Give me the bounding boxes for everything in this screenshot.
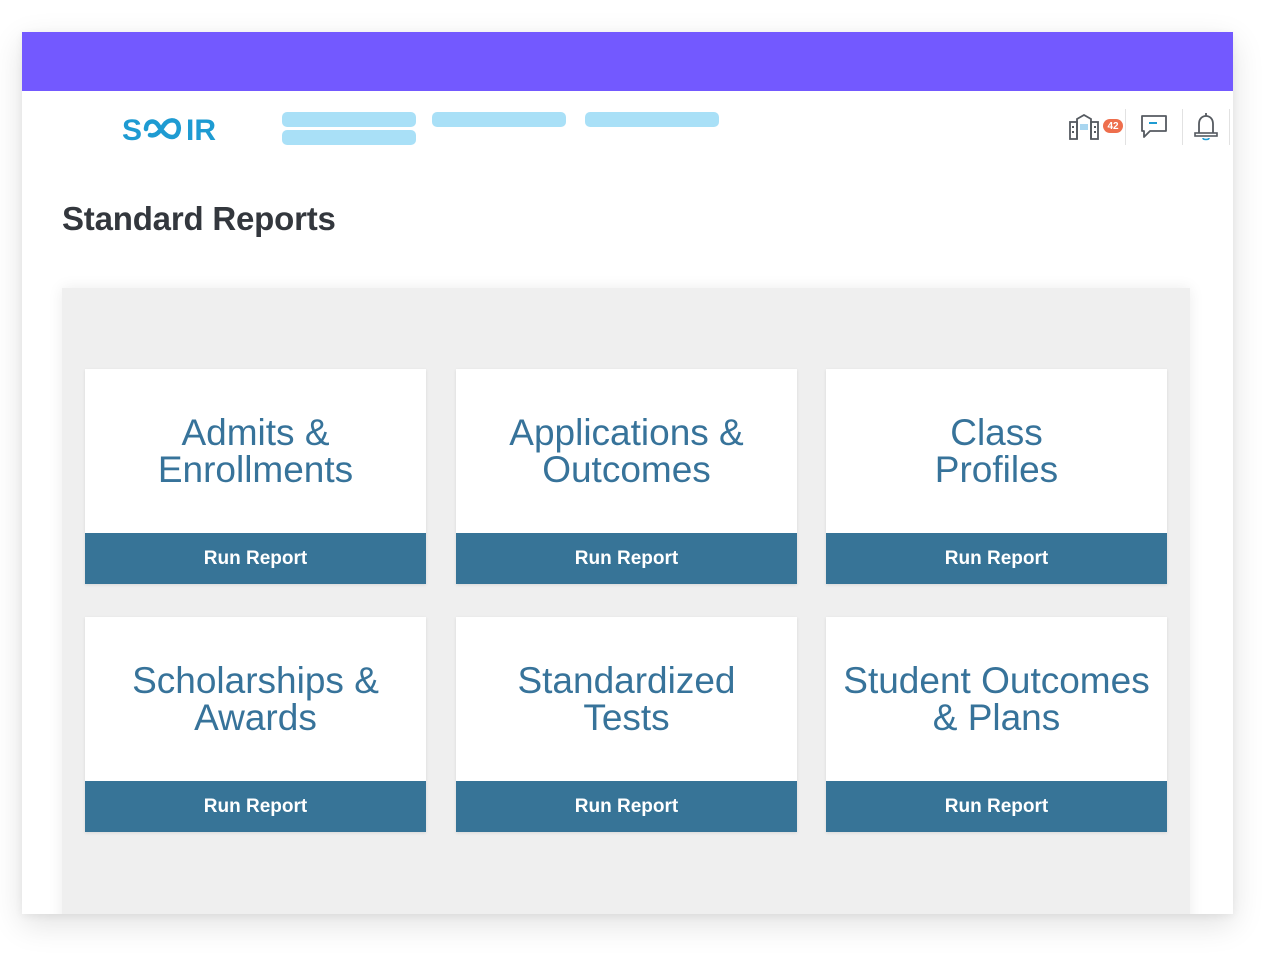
top-banner	[22, 32, 1233, 91]
nav-item-2[interactable]	[432, 112, 566, 127]
run-report-button[interactable]: Run Report	[826, 781, 1167, 832]
run-report-button[interactable]: Run Report	[85, 533, 426, 584]
report-card: Standardized Tests Run Report	[456, 617, 797, 832]
report-title: Standardized Tests	[517, 660, 736, 738]
report-card: Student Outcomes & Plans Run Report	[826, 617, 1167, 832]
bell-icon	[1194, 113, 1218, 141]
messages-button[interactable]	[1126, 107, 1182, 147]
notification-badge: 42	[1103, 119, 1123, 133]
nav-item-1b[interactable]	[282, 130, 416, 145]
page-title: Standard Reports	[62, 200, 336, 237]
app-window: S IR 42 Standard Reports Admits & Enroll…	[22, 32, 1233, 914]
run-report-button[interactable]: Run Report	[456, 533, 797, 584]
report-title: Scholarships & Awards	[132, 660, 379, 738]
report-title: Student Outcomes & Plans	[843, 660, 1150, 738]
report-title: Applications & Outcomes	[509, 412, 744, 490]
scoir-logo[interactable]: S IR	[122, 113, 236, 145]
report-title: Admits & Enrollments	[157, 412, 354, 490]
divider	[1229, 109, 1230, 145]
navbar: S IR 42	[22, 91, 1233, 163]
school-building-icon	[1069, 114, 1099, 140]
report-card: Admits & Enrollments Run Report	[85, 369, 426, 584]
nav-item-1[interactable]	[282, 112, 416, 127]
logo-ir: IR	[186, 114, 216, 145]
header-icons: 42	[1059, 105, 1233, 149]
notifications-button[interactable]	[1183, 107, 1229, 147]
nav-item-3[interactable]	[585, 112, 719, 127]
run-report-button[interactable]: Run Report	[85, 781, 426, 832]
report-card: Applications & Outcomes Run Report	[456, 369, 797, 584]
reports-panel: Admits & Enrollments Run Report Applicati…	[62, 288, 1190, 914]
report-card: Scholarships & Awards Run Report	[85, 617, 426, 832]
report-card: Class Profiles Run Report	[826, 369, 1167, 584]
report-title: Class Profiles	[934, 412, 1059, 490]
logo-s: S	[122, 114, 142, 145]
message-icon	[1141, 115, 1167, 138]
run-report-button[interactable]: Run Report	[456, 781, 797, 832]
run-report-button[interactable]: Run Report	[826, 533, 1167, 584]
colleges-button[interactable]: 42	[1059, 107, 1125, 147]
logo-infinity	[143, 118, 181, 140]
